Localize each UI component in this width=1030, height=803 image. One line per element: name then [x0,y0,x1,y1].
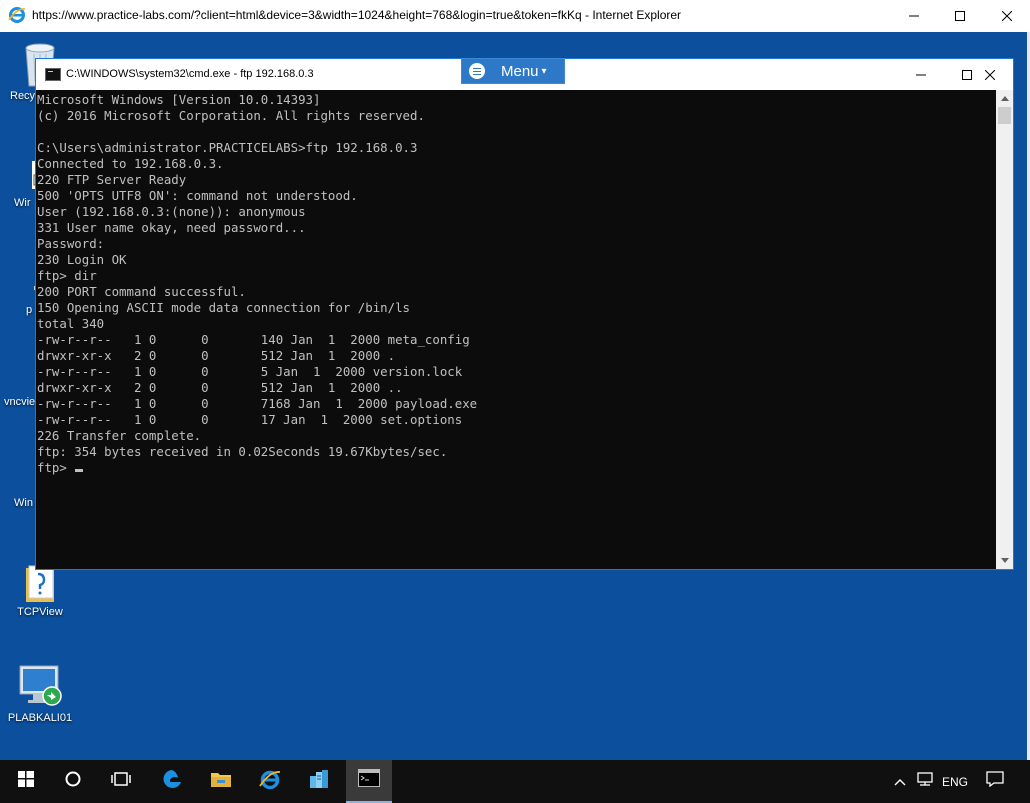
browser-titlebar: https://www.practice-labs.com/?client=ht… [0,0,1030,32]
console-text: Microsoft Windows [Version 10.0.14393] (c… [37,92,477,476]
console-line: 230 Login OK [37,252,127,267]
scroll-down-button[interactable] [996,552,1013,569]
language-label: ENG [941,774,968,789]
language-indicator[interactable]: ENG [939,760,971,803]
console-line: 200 PORT command successful. [37,284,246,299]
tray-network-button[interactable] [913,760,937,803]
console-line: total 340 [37,316,105,331]
notification-icon [986,771,1004,792]
desktop-icon-remote-desktop[interactable]: PLABKALI01 [2,662,78,725]
taskbar: ENG [0,760,1030,803]
console-line: drwxr-xr-x 2 0 0 512 Jan 1 2000 .. [37,380,403,395]
remote-desktop-icon [16,662,64,710]
taskbar-edge[interactable] [152,760,192,803]
network-icon [916,771,934,792]
hamburger-icon [469,63,485,79]
console-line: 220 FTP Server Ready [37,172,187,187]
console-line: User (192.168.0.3:(none)): anonymous [37,204,306,219]
cmd-minimize-button[interactable] [898,59,944,90]
desktop-icon-label: TCPView [17,606,63,618]
console-line: 150 Opening ASCII mode data connection f… [37,300,410,315]
console-line: ftp> dir [37,268,97,283]
console-line: 226 Transfer complete. [37,428,202,443]
console-line: C:\Users\administrator.PRACTICELABS>ftp … [37,140,418,155]
search-button[interactable] [53,760,93,803]
browser-title: https://www.practice-labs.com/?client=ht… [32,8,682,22]
taskbar-file-explorer[interactable] [201,760,241,803]
start-button[interactable] [6,760,46,803]
console-line: (c) 2016 Microsoft Corporation. All righ… [37,108,425,123]
console-prompt-line: ftp> [37,460,477,476]
console-line: -rw-r--r-- 1 0 0 17 Jan 1 2000 set.optio… [37,412,463,427]
console-line: 500 'OPTS UTF8 ON': command not understo… [37,188,358,203]
menu-caret-icon: ▾ [541,65,547,77]
console-line: -rw-r--r-- 1 0 0 5 Jan 1 2000 version.lo… [37,364,463,379]
cmd-icon [358,769,380,792]
desktop-icon-label: PLABKALI01 [7,712,73,724]
console-line: 331 User name okay, need password... [37,220,306,235]
edge-icon [161,768,183,795]
console-line: Password: [37,236,105,251]
cmd-window-icon [45,68,61,81]
menu-label: Menu [501,62,539,80]
console-line: Microsoft Windows [Version 10.0.14393] [37,92,321,107]
console-line: Connected to 192.168.0.3. [37,156,224,171]
console-line: -rw-r--r-- 1 0 0 7168 Jan 1 2000 payload… [37,396,478,411]
ie-icon [8,6,26,24]
console-output[interactable]: Microsoft Windows [Version 10.0.14393] (c… [36,90,996,569]
cmd-title: C:\WINDOWS\system32\cmd.exe - ftp 192.16… [66,68,314,80]
task-view-button[interactable] [101,760,141,803]
close-button[interactable] [984,0,1030,32]
task-view-icon [111,771,131,792]
cmd-window[interactable]: C:\WINDOWS\system32\cmd.exe - ftp 192.16… [35,58,1014,570]
search-circle-icon [65,771,81,792]
taskbar-internet-explorer[interactable] [250,760,290,803]
maximize-button[interactable] [937,0,983,32]
console-prompt: ftp> [37,460,75,475]
console-line: -rw-r--r-- 1 0 0 140 Jan 1 2000 meta_con… [37,332,470,347]
desktop-icon-tcpview[interactable]: TCPView [2,562,78,619]
file-explorer-icon [210,769,232,794]
start-icon [18,771,34,792]
scrollbar-thumb[interactable] [998,107,1011,124]
console-line: drwxr-xr-x 2 0 0 512 Jan 1 2000 . [37,348,396,363]
action-center-button[interactable] [980,760,1010,803]
menu-button[interactable]: Menu ▾ [461,58,565,84]
taskbar-server-manager[interactable] [299,760,339,803]
server-manager-icon [308,768,330,795]
console-line: ftp: 354 bytes received in 0.02Seconds 1… [37,444,448,459]
vertical-scrollbar[interactable] [996,90,1013,569]
tray-overflow-button[interactable] [889,760,911,803]
cmd-close-button[interactable] [967,59,1013,90]
scroll-up-button[interactable] [996,90,1013,107]
taskbar-cmd[interactable] [346,760,392,803]
chevron-up-icon [894,773,906,791]
minimize-button[interactable] [891,0,937,32]
text-cursor [75,469,84,472]
internet-explorer-icon [259,768,281,795]
